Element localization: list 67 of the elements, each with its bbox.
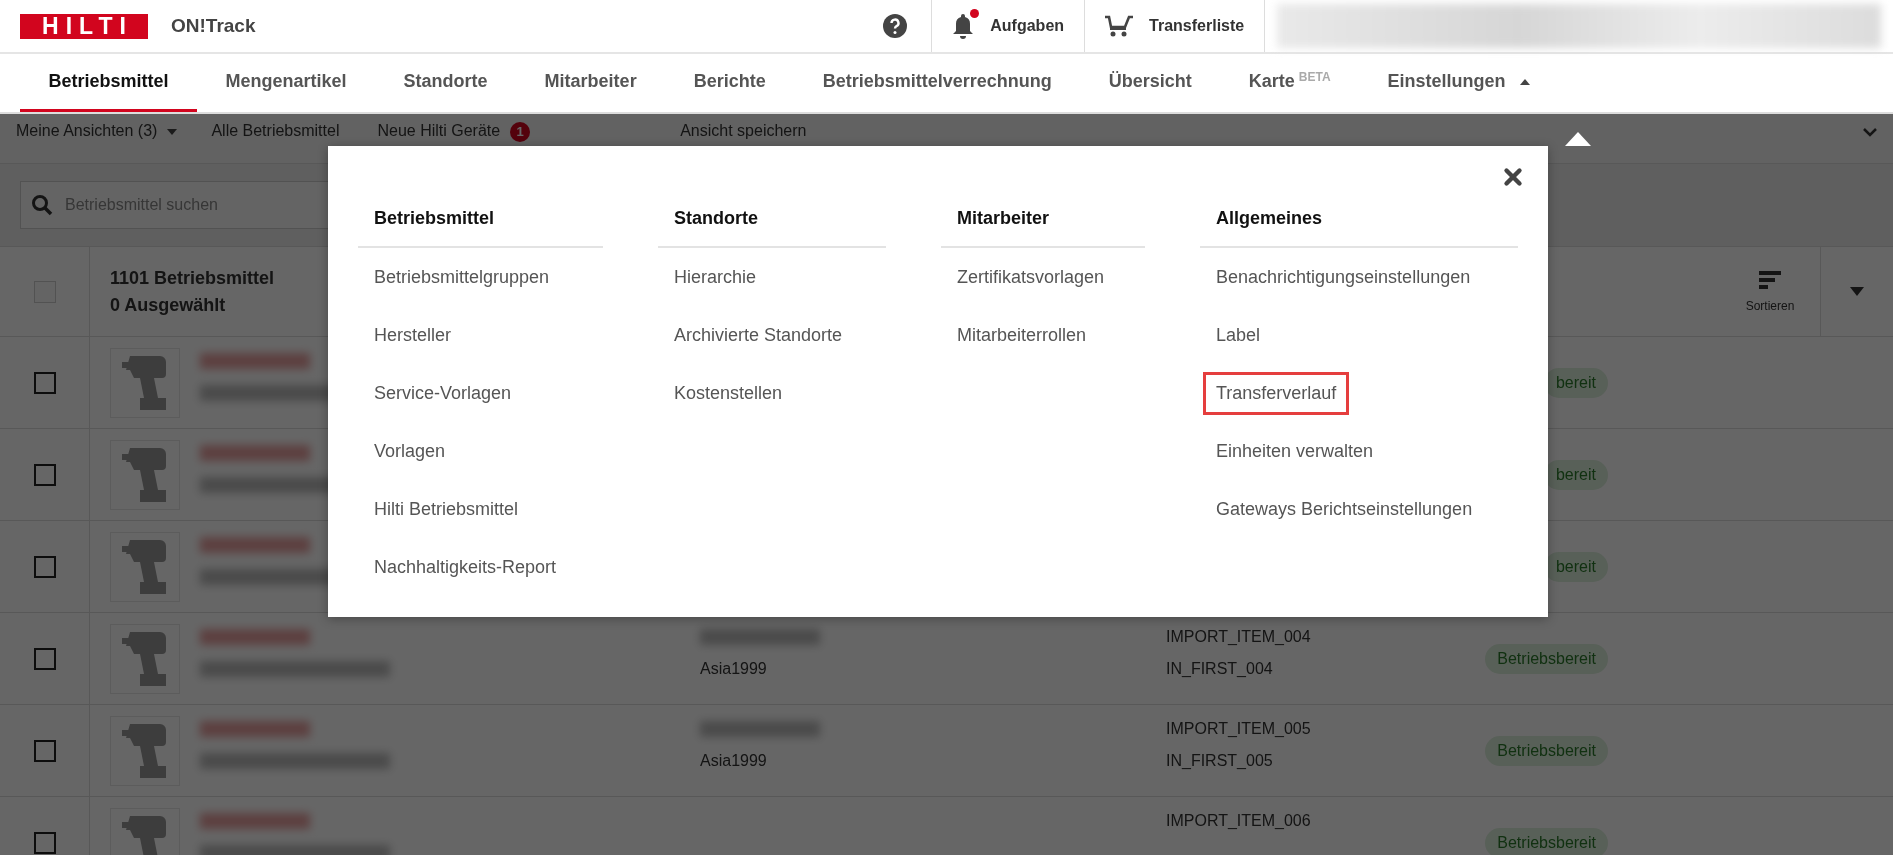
menu-link[interactable]: Service-Vorlagen [361, 371, 525, 415]
item-code: IMPORT_ITEM_005 [1166, 719, 1312, 739]
brand-logo[interactable]: HILTI [20, 13, 148, 39]
drill-icon [122, 353, 168, 412]
selected-count: 0 Ausgewählt [110, 294, 226, 316]
nav-tab[interactable]: Karte BETA [1220, 54, 1360, 112]
item-name: IN_FIRST_004 [1166, 659, 1274, 679]
menu-link[interactable]: Label [1203, 313, 1274, 357]
location-text: Asia1999 [700, 751, 768, 771]
item-name: IN_FIRST_005 [1166, 751, 1274, 771]
caret-icon [167, 128, 178, 135]
drill-icon [122, 629, 168, 688]
menu-heading: Mitarbeiter [941, 190, 1145, 248]
row-checkbox[interactable] [33, 555, 56, 578]
nav-tab[interactable]: Einstellungen [1359, 54, 1559, 112]
menu-link[interactable]: Hilti Betriebsmittel [361, 487, 532, 531]
location-text: Asia1999 [700, 659, 768, 679]
transfer-list-button[interactable]: Transferliste [1084, 0, 1265, 52]
app-name: ON!Track [171, 15, 256, 37]
menu-link[interactable]: Hierarchie [661, 255, 770, 299]
beta-label: BETA [1298, 70, 1331, 84]
nav-tab[interactable]: Mengenartikel [197, 54, 376, 112]
row-checkbox[interactable] [33, 739, 56, 762]
menu-heading: Betriebsmittel [358, 190, 603, 248]
menu-link[interactable]: Transferverlauf [1203, 371, 1350, 415]
menu-pointer [1565, 132, 1591, 146]
nav-tab[interactable]: Mitarbeiter [516, 54, 666, 112]
count-badge: 1 [510, 122, 531, 142]
nav-tab[interactable]: Standorte [375, 54, 517, 112]
search-icon [31, 194, 53, 216]
drill-icon [122, 721, 168, 780]
row-checkbox[interactable] [33, 463, 56, 486]
drill-icon [122, 537, 168, 596]
nav-tab[interactable]: Betriebsmittelverrechnung [794, 54, 1081, 112]
drill-icon [122, 445, 168, 504]
cart-icon [1105, 14, 1134, 38]
menu-link[interactable]: Betriebsmittelgruppen [361, 255, 563, 299]
menu-link[interactable]: Hersteller [361, 313, 465, 357]
item-code: IMPORT_ITEM_004 [1166, 627, 1312, 647]
item-count: 1101 Betriebsmittel [110, 267, 275, 289]
bell-icon [952, 13, 975, 39]
row-checkbox[interactable] [33, 371, 56, 394]
menu-link[interactable]: Vorlagen [361, 429, 459, 473]
menu-link[interactable]: Gateways Berichtseinstellungen [1203, 487, 1486, 531]
nav-tab[interactable]: Übersicht [1080, 54, 1221, 112]
sort-icon [1759, 270, 1781, 289]
chevron-down-icon[interactable] [1863, 128, 1877, 137]
status-badge: Betriebsbereit [1485, 827, 1608, 855]
menu-link[interactable]: Zertifikatsvorlagen [944, 255, 1118, 299]
menu-link[interactable]: Einheiten verwalten [1203, 429, 1387, 473]
row-checkbox[interactable] [33, 831, 56, 854]
menu-heading: Allgemeines [1200, 190, 1518, 248]
drill-icon [122, 813, 168, 855]
status-badge: Betriebsbereit [1485, 735, 1608, 766]
menu-link[interactable]: Nachhaltigkeits-Report [361, 545, 570, 589]
row-checkbox[interactable] [33, 647, 56, 670]
help-icon[interactable] [883, 14, 908, 38]
caret-icon [1850, 287, 1864, 296]
status-badge: Betriebsbereit [1485, 643, 1608, 674]
menu-link[interactable]: Kostenstellen [661, 371, 796, 415]
menu-link[interactable]: Benachrichtigungseinstellungen [1203, 255, 1484, 299]
nav-tab[interactable]: Berichte [665, 54, 795, 112]
menu-link[interactable]: Mitarbeiterrollen [944, 313, 1100, 357]
menu-heading: Standorte [658, 190, 886, 248]
tasks-button[interactable]: Aufgaben [931, 0, 1085, 52]
menu-link[interactable]: Archivierte Standorte [661, 313, 856, 357]
item-code: IMPORT_ITEM_006 [1166, 811, 1312, 831]
